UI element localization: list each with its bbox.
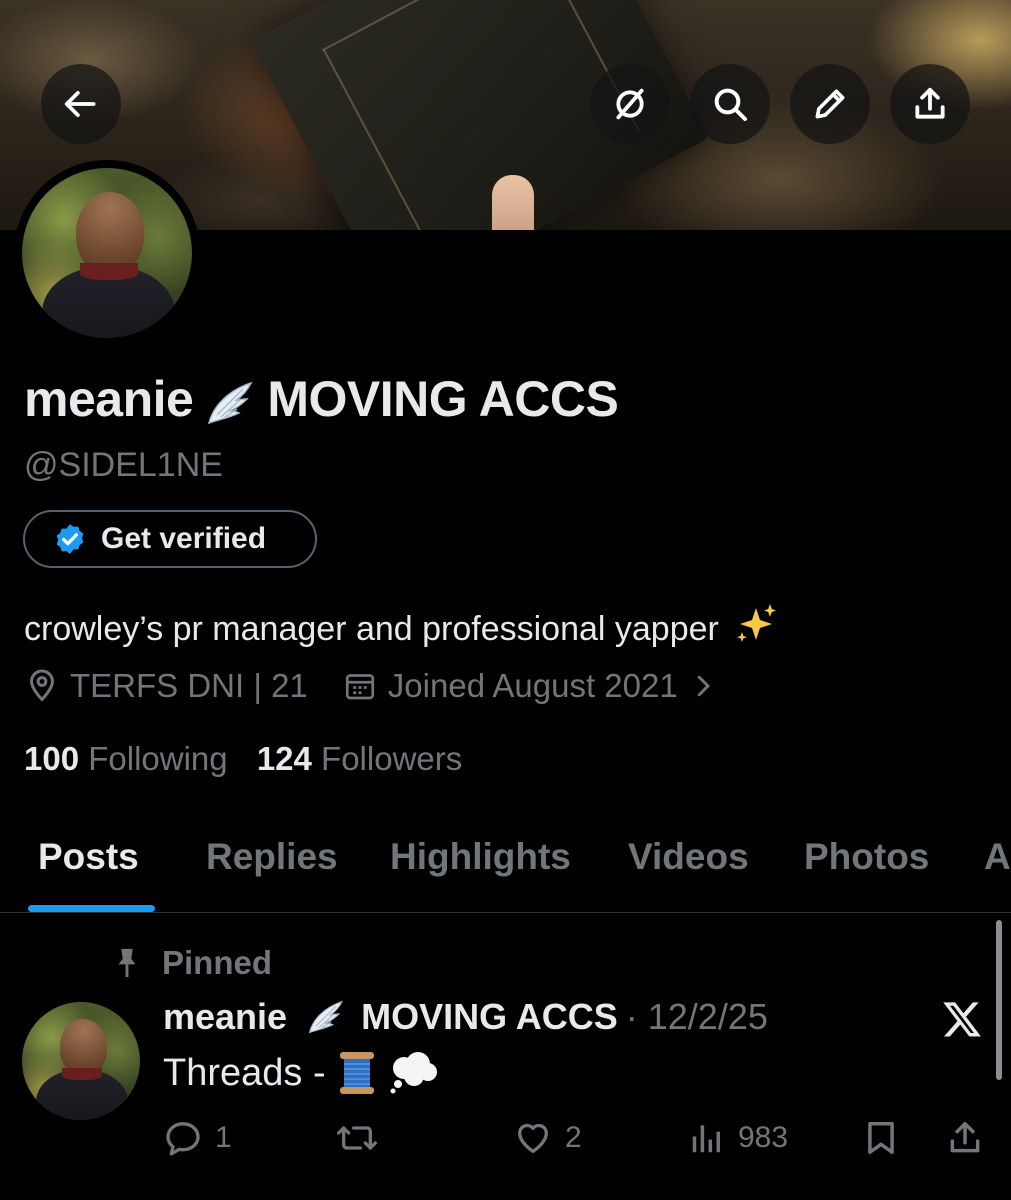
thought-balloon-icon: [390, 1052, 437, 1094]
following-count: 100: [24, 740, 80, 777]
share-icon: [915, 87, 945, 119]
post-author-avatar[interactable]: [22, 1002, 140, 1120]
followers-label: Followers: [321, 740, 463, 777]
avatar-image: [22, 168, 192, 338]
joined-text: Joined August 2021: [387, 667, 678, 704]
scrollbar[interactable]: [996, 920, 1002, 1080]
edit-button[interactable]: [790, 64, 870, 144]
repost-icon: [336, 1126, 377, 1150]
display-name-part1: meanie: [24, 371, 194, 427]
profile-handle: @SIDEL1NE: [24, 446, 223, 484]
pinned-text: Pinned: [162, 944, 273, 981]
follow-stats: 100 Following 124 Followers: [24, 740, 462, 778]
bookmark-button[interactable]: [862, 1118, 900, 1158]
bookmark-icon: [868, 1122, 894, 1154]
profile-bio: crowley’s pr manager and professional ya…: [24, 600, 780, 649]
tab-photos[interactable]: Photos: [804, 836, 929, 878]
pin-icon: [118, 948, 136, 978]
bio-text: crowley’s pr manager and professional ya…: [24, 610, 719, 648]
location-text: TERFS DNI | 21: [70, 667, 308, 704]
tab-replies[interactable]: Replies: [206, 836, 338, 878]
display-name-part2: MOVING ACCS: [267, 371, 619, 427]
display-name: meanie MOVING ACCS: [24, 370, 619, 429]
back-button[interactable]: [41, 64, 121, 144]
search-icon: [714, 88, 747, 121]
like-button[interactable]: 2: [513, 1118, 582, 1158]
views-button[interactable]: 983: [688, 1118, 788, 1158]
views-icon: [692, 1125, 720, 1153]
post-text: Threads -: [163, 1050, 440, 1096]
grok-icon: [616, 88, 644, 120]
grok-button[interactable]: [590, 64, 670, 144]
repost-button[interactable]: [335, 1118, 391, 1158]
location-pin-icon: [29, 669, 55, 702]
joined-item[interactable]: Joined August 2021: [342, 667, 718, 705]
pencil-icon: [815, 89, 845, 119]
calendar-icon: [345, 674, 374, 700]
angel-wing-icon: [308, 1000, 344, 1034]
profile-avatar[interactable]: [14, 160, 200, 346]
pinned-label: Pinned: [110, 944, 272, 982]
arrow-left-icon: [64, 91, 96, 117]
tab-posts[interactable]: Posts: [38, 836, 139, 878]
banner-thumb: [492, 175, 534, 230]
post-avatar-image: [22, 1002, 140, 1120]
verified-badge-icon: [56, 524, 84, 554]
profile-tabs: Posts Replies Highlights Videos Photos A: [0, 830, 1011, 912]
post-date[interactable]: · 12/2/25: [626, 996, 768, 1038]
post-author-name[interactable]: meanie: [163, 996, 287, 1038]
share-icon: [950, 1122, 980, 1153]
like-count: 2: [565, 1121, 582, 1154]
get-verified-button[interactable]: Get verified: [23, 510, 317, 568]
spool-of-thread-icon: [339, 1052, 374, 1094]
angel-wing-icon: [208, 381, 253, 424]
heart-icon: [518, 1123, 548, 1153]
get-verified-label: Get verified: [101, 522, 267, 555]
chevron-right-icon: [697, 675, 710, 697]
post-share-button[interactable]: [946, 1118, 984, 1158]
profile-meta: TERFS DNI | 21 Joined August 2021: [24, 667, 718, 705]
tabs-divider: [0, 912, 1011, 913]
tab-articles[interactable]: A: [984, 836, 1011, 878]
active-tab-indicator: [28, 905, 155, 912]
following-label: Following: [88, 740, 228, 777]
tab-highlights[interactable]: Highlights: [390, 836, 571, 878]
search-button[interactable]: [690, 64, 770, 144]
post-author-name-part2[interactable]: MOVING ACCS: [361, 996, 618, 1038]
reply-button[interactable]: 1: [163, 1118, 232, 1158]
tab-videos[interactable]: Videos: [628, 836, 749, 878]
reply-count: 1: [215, 1121, 232, 1154]
view-count: 983: [738, 1121, 789, 1154]
share-button[interactable]: [890, 64, 970, 144]
x-logo-icon[interactable]: [940, 998, 984, 1040]
post-actions: 1 2 983: [0, 1118, 1011, 1168]
sparkles-icon: [737, 604, 777, 642]
followers-count: 124: [256, 740, 312, 777]
following-link[interactable]: 100 Following: [24, 740, 228, 777]
followers-link[interactable]: 124 Followers: [257, 740, 462, 777]
post-text-content: Threads -: [163, 1051, 326, 1094]
reply-icon: [166, 1122, 200, 1156]
post-header: meanie MOVING ACCS · 12/2/25: [163, 996, 768, 1038]
location-item: TERFS DNI | 21: [24, 667, 308, 705]
